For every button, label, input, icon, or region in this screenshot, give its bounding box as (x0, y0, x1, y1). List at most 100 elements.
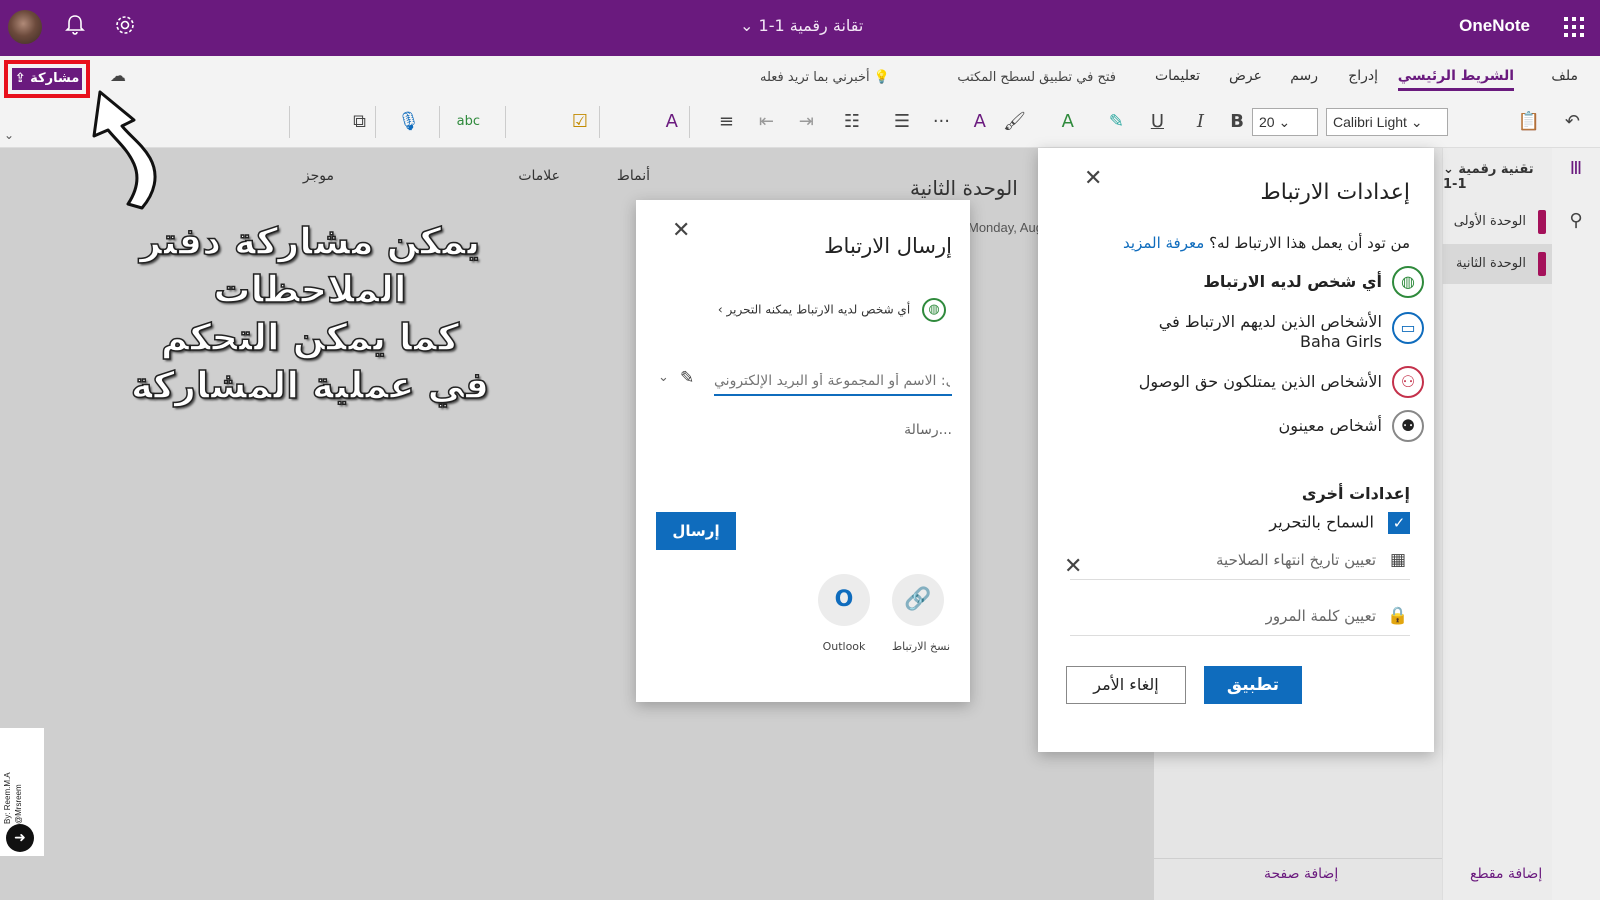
page-date: Monday, Aug (968, 220, 1043, 235)
underline-icon[interactable]: U (1151, 110, 1164, 134)
link-question: من تود أن يعمل هذا الارتباط له؟ معرفة ال… (1123, 234, 1410, 252)
people-check-icon: ⚇ (1392, 366, 1424, 398)
clear-expiry-icon[interactable]: ✕ (1064, 554, 1082, 579)
page-title[interactable]: الوحدة الثانية (910, 176, 1018, 200)
tab-insert[interactable]: إدراج (1348, 68, 1378, 84)
format-painter-icon[interactable]: 🖌 (1003, 110, 1026, 134)
allow-edit-checkbox[interactable]: السماح بالتحرير ✓ (1269, 512, 1410, 534)
tags-icon[interactable]: ☑ (572, 110, 588, 134)
chevron-down-icon[interactable]: ⌄ (658, 370, 669, 385)
send-button[interactable]: إرسال (656, 512, 736, 550)
tab-view[interactable]: عرض (1229, 68, 1262, 84)
section-item[interactable]: الوحدة الأولى (1442, 202, 1552, 242)
link-permission-selector[interactable]: ‹ أي شخص لديه الارتباط يمكنه التحرير ◍ (718, 298, 946, 322)
highlight-icon[interactable]: ✎ (1109, 110, 1124, 134)
clear-format-icon[interactable]: A (974, 110, 986, 134)
pencil-icon[interactable]: ✎ (680, 368, 694, 388)
title-bar: ⌄ تقانة رقمية 1-1 OneNote (0, 0, 1600, 56)
notebooks-icon[interactable]: Ⅲ (1564, 158, 1588, 182)
share-button[interactable]: ⇪ مشاركة (12, 68, 82, 90)
more-icon[interactable]: ··· (933, 110, 950, 134)
chevron-right-icon: ‹ (717, 302, 727, 317)
search-icon[interactable]: ⚲ (1564, 210, 1588, 234)
credit-text: By: Reem.M.A @Mrsreem (3, 772, 23, 824)
recipients-input[interactable] (714, 368, 952, 396)
section-color-tab (1538, 210, 1546, 234)
increase-indent-icon[interactable]: ⇥ (799, 110, 814, 134)
font-size-select[interactable]: 20 ⌄ (1252, 108, 1318, 136)
add-section-button[interactable]: إضافة مقطع (1470, 866, 1542, 882)
close-icon[interactable]: ✕ (1084, 166, 1102, 191)
password-field[interactable]: 🔒 تعيين كلمة المرور (1070, 600, 1410, 636)
waffle-icon[interactable] (1564, 17, 1584, 37)
styles-icon[interactable]: A (666, 110, 678, 134)
expiry-date-field[interactable]: ▦ تعيين تاريخ انتهاء الصلاحية (1070, 544, 1410, 580)
outlook-icon: O (818, 574, 870, 626)
learn-more-link[interactable]: معرفة المزيد (1123, 234, 1204, 252)
tags-label[interactable]: علامات (518, 168, 560, 204)
navigation-strip: Ⅲ ⚲ (1552, 148, 1600, 900)
credit-badge: By: Reem.M.A @Mrsreem ➜ (0, 728, 44, 856)
summary-label[interactable]: موجز (303, 168, 334, 204)
annotation-arrow-icon (92, 90, 157, 210)
link-icon: 🔗 (892, 574, 944, 626)
calendar-icon: ▦ (1389, 550, 1407, 570)
decrease-indent-icon[interactable]: ⇤ (759, 110, 774, 134)
globe-icon: ◍ (1392, 266, 1424, 298)
lightbulb-icon: 💡 (873, 70, 890, 85)
section-color-tab (1538, 252, 1546, 276)
collapse-ribbon-icon[interactable]: ⌄ (4, 128, 14, 142)
sections-pane: ⌄ تقنية رقمية 1-1 الوحدة الأولى الوحدة ا… (1442, 148, 1552, 900)
chevron-down-icon: ⌄ (1278, 114, 1291, 130)
option-organization[interactable]: ▭ الأشخاص الذين لديهم الارتباط في Baha G… (1064, 312, 1424, 352)
tab-help[interactable]: تعليمات (1155, 68, 1200, 84)
copy-link-option[interactable]: 🔗 نسخ الارتباط (892, 574, 950, 653)
app-name[interactable]: OneNote (1459, 16, 1530, 36)
other-settings-heading: إعدادات أخرى (1301, 484, 1410, 503)
chevron-down-icon: ⌄ (1443, 162, 1459, 177)
tab-draw[interactable]: رسم (1290, 68, 1318, 84)
cloud-sync-icon[interactable]: ☁ (110, 66, 134, 86)
tab-home[interactable]: الشريط الرئيسي (1397, 68, 1514, 91)
checkmark-icon[interactable]: ✓ (1388, 512, 1410, 534)
dialog-title: إعدادات الارتباط (1260, 180, 1410, 205)
option-specific-people[interactable]: ⚉ أشخاص معينون (1064, 410, 1424, 442)
tell-me-search[interactable]: أخبرني بما تريد فعله 💡 (760, 70, 890, 85)
share-highlight-box: ⇪ مشاركة (4, 60, 90, 98)
lock-icon: 🔒 (1387, 606, 1409, 626)
spelling-icon[interactable]: abc (457, 110, 480, 134)
bold-icon[interactable]: B (1230, 110, 1244, 134)
align-icon[interactable]: ≡ (719, 110, 734, 134)
divider (375, 106, 376, 138)
gear-icon[interactable] (112, 14, 138, 40)
bell-icon[interactable] (62, 14, 88, 40)
globe-icon: ◍ (922, 298, 946, 322)
numbering-icon[interactable]: ☷ (844, 110, 860, 134)
styles-label[interactable]: أنماط (617, 168, 650, 204)
paste-icon[interactable]: 📋 (1518, 110, 1540, 134)
font-color-icon[interactable]: A (1062, 110, 1074, 134)
tab-file[interactable]: ملف (1551, 68, 1578, 84)
document-title[interactable]: ⌄ تقانة رقمية 1-1 (740, 16, 863, 35)
dictate-icon[interactable]: 🎙 (397, 110, 420, 134)
option-existing-access[interactable]: ⚇ الأشخاص الذين يمتلكون حق الوصول (1064, 366, 1424, 398)
italic-icon[interactable]: I (1197, 110, 1204, 134)
undo-icon[interactable]: ↶ (1565, 110, 1580, 134)
apply-button[interactable]: تطبيق (1204, 666, 1302, 704)
avatar[interactable] (8, 10, 42, 44)
option-anyone[interactable]: ◍ أي شخص لديه الارتباط (1064, 266, 1424, 298)
add-page-button[interactable]: إضافة صفحة (1264, 866, 1338, 882)
font-name-select[interactable]: Calibri Light ⌄ (1326, 108, 1448, 136)
author-logo-icon: ➜ (6, 824, 34, 852)
summary-icon[interactable]: ⧉ (353, 110, 366, 134)
bullets-icon[interactable]: ☰ (894, 110, 910, 134)
chevron-down-icon: ⌄ (1410, 114, 1423, 130)
close-icon[interactable]: ✕ (672, 218, 690, 243)
chevron-down-icon: ⌄ (740, 16, 759, 35)
section-item-selected[interactable]: الوحدة الثانية (1442, 244, 1552, 284)
cancel-button[interactable]: إلغاء الأمر (1066, 666, 1186, 704)
open-desktop-link[interactable]: فتح في تطبيق لسطح المكتب (957, 70, 1116, 85)
outlook-option[interactable]: O Outlook (818, 574, 870, 653)
notebook-title[interactable]: ⌄ تقنية رقمية 1-1 (1443, 162, 1546, 192)
message-field[interactable]: رسالة... (904, 422, 952, 438)
